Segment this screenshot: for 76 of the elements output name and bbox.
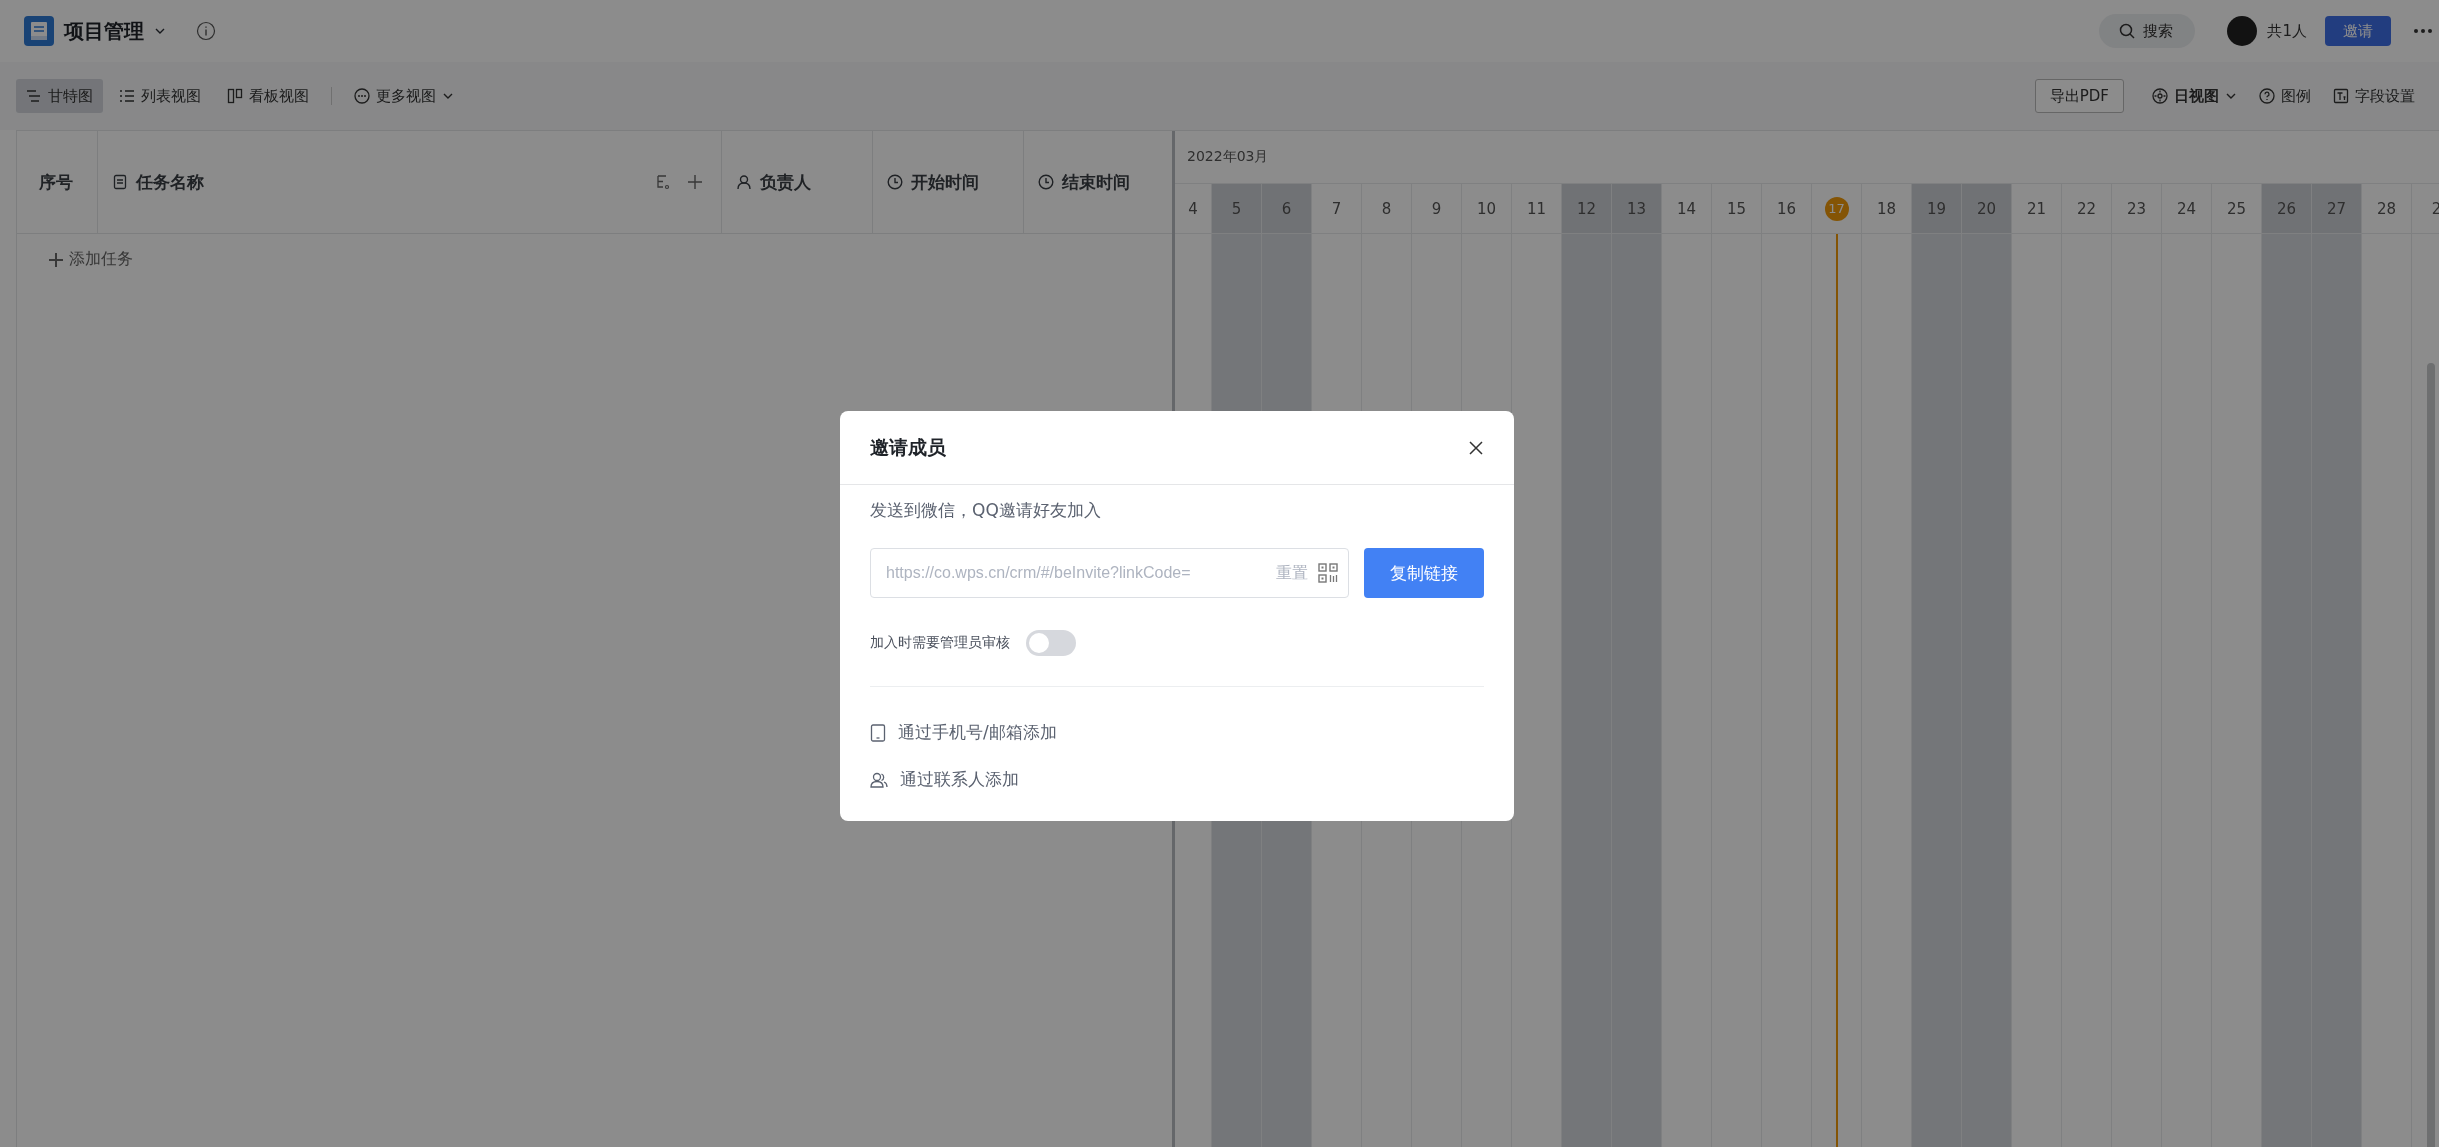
view-tab[interactable]: 列表视图 (109, 79, 211, 113)
day-label: 8 (1362, 184, 1411, 234)
more-icon[interactable] (2413, 28, 2433, 34)
today-marker: 17 (1824, 196, 1849, 221)
day-label: 5 (1212, 184, 1261, 234)
info-icon[interactable] (196, 21, 216, 41)
member-count[interactable]: 共1人 (2267, 21, 2307, 41)
column-header: 开始时间 (911, 170, 980, 194)
export-pdf-button[interactable]: 导出PDF (2034, 79, 2124, 113)
day-label: 14 (1662, 184, 1711, 234)
day-label: 10 (1462, 184, 1511, 234)
add-task-button[interactable]: 添加任务 (43, 248, 139, 271)
day-label: 21 (2012, 184, 2061, 234)
day-label: 24 (2162, 184, 2211, 234)
approval-toggle[interactable] (1026, 630, 1076, 656)
more-circle-icon (354, 88, 370, 104)
scale-dropdown[interactable]: 日视图 (2144, 86, 2245, 106)
day-label: 18 (1862, 184, 1911, 234)
search-icon (2119, 23, 2136, 39)
dialog-subtitle: 发送到微信，QQ邀请好友加入 (870, 499, 1102, 522)
add-member-option[interactable]: 通过联系人添加 (870, 768, 1019, 791)
app-logo-icon (24, 16, 54, 46)
text-field-icon (2333, 88, 2349, 104)
day-label: 27 (2312, 184, 2361, 234)
help-icon (2259, 88, 2275, 104)
plus-icon (49, 252, 63, 267)
view-tab[interactable]: 更多视图 (344, 79, 464, 113)
person-icon (736, 174, 752, 190)
invite-button[interactable]: 邀请 (2325, 16, 2391, 46)
day-label: 26 (2262, 184, 2311, 234)
day-label: 9 (1412, 184, 1461, 234)
day-label: 19 (1912, 184, 1961, 234)
month-label: 2022年03月 (1187, 148, 1269, 166)
search-button[interactable]: 搜索 (2099, 14, 2196, 48)
day-label: 11 (1512, 184, 1561, 234)
day-label: 6 (1262, 184, 1311, 234)
add-member-option[interactable]: 通过手机号/邮箱添加 (870, 721, 1057, 744)
day-label: 15 (1712, 184, 1761, 234)
view-tab[interactable]: 甘特图 (16, 79, 103, 113)
day-label: 23 (2112, 184, 2161, 234)
project-title[interactable]: 项目管理 (64, 17, 144, 45)
day-label: 22 (2062, 184, 2111, 234)
avatar[interactable] (2227, 16, 2258, 46)
approval-label: 加入时需要管理员审核 (870, 634, 1010, 652)
column-header: 负责人 (760, 170, 812, 194)
contacts-icon (870, 771, 888, 788)
document-icon (112, 174, 128, 190)
clock-icon (887, 174, 903, 190)
target-icon (2152, 88, 2168, 104)
copy-link-button[interactable]: 复制链接 (1364, 548, 1484, 598)
columns-icon (227, 88, 243, 104)
clock-icon (1038, 174, 1054, 190)
gantt-bars-icon (26, 88, 42, 104)
field-settings-button[interactable]: 字段设置 (2325, 86, 2423, 106)
day-label: 25 (2212, 184, 2261, 234)
day-label: 28 (2362, 184, 2411, 234)
plus-icon[interactable] (687, 174, 703, 190)
qr-code-icon[interactable] (1318, 563, 1338, 583)
list-icon (119, 88, 135, 104)
view-tab[interactable]: 看板视图 (217, 79, 319, 113)
tree-icon[interactable] (655, 174, 671, 190)
close-button[interactable] (1468, 439, 1484, 456)
day-label: 4 (1175, 184, 1211, 234)
column-header: 序号 (39, 170, 74, 194)
column-header: 任务名称 (136, 170, 205, 194)
day-label: 12 (1562, 184, 1611, 234)
day-label: 7 (1312, 184, 1361, 234)
phone-icon (870, 723, 886, 742)
day-label: 13 (1612, 184, 1661, 234)
day-label: 2 (2412, 184, 2439, 234)
dialog-title: 邀请成员 (870, 434, 946, 460)
column-header: 结束时间 (1062, 170, 1131, 194)
scrollbar-thumb[interactable] (2427, 363, 2435, 1147)
day-label: 16 (1762, 184, 1811, 234)
day-label: 20 (1962, 184, 2011, 234)
legend-button[interactable]: 图例 (2251, 86, 2319, 106)
